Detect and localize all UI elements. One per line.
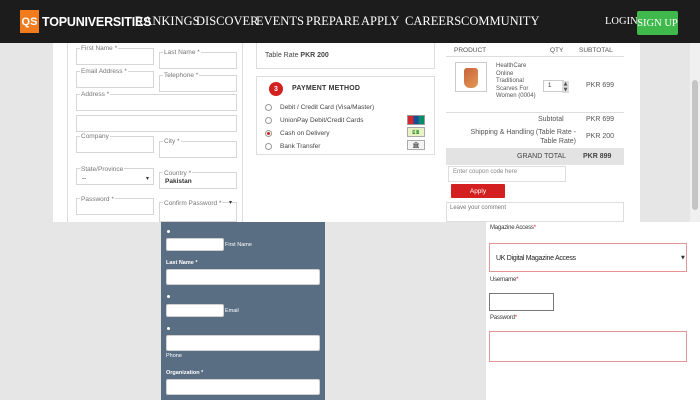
logo-badge: QS	[20, 10, 39, 33]
confirm-password-label: Confirm Password *	[163, 200, 223, 207]
payment-option-label: Bank Transfer	[280, 142, 321, 150]
first-name-label: First Name *	[80, 45, 119, 52]
scrollbar-thumb[interactable]	[692, 80, 698, 210]
country-value: Pakistan	[165, 178, 192, 185]
shipping-method-box: Table Rate PKR 200	[256, 43, 435, 69]
organization-input[interactable]	[166, 379, 320, 395]
nav-item-events[interactable]: EVENTS	[256, 14, 304, 29]
radio-button[interactable]	[265, 103, 272, 111]
email-label: Email Address *	[80, 68, 128, 75]
address-field-2[interactable]	[76, 115, 237, 132]
order-summary: PRODUCT QTY SUBTOTAL HealthCare Online T…	[446, 43, 624, 165]
shipping-label: Shipping & Handling (Table Rate - Table …	[470, 129, 576, 145]
company-label: Company	[80, 133, 110, 140]
col-subtotal-header: SUBTOTAL	[579, 47, 613, 54]
chevron-down-icon: ▼	[681, 255, 685, 261]
divider	[446, 56, 624, 57]
payment-option-label: UnionPay Debit/Credit Cards	[280, 116, 364, 124]
chevron-down-icon: ▾	[146, 175, 150, 182]
unionpay-icon	[407, 115, 425, 125]
table-rate-value: PKR 200	[300, 52, 329, 59]
bullet-dot	[167, 230, 170, 233]
first-name-label: First Name	[225, 242, 252, 248]
chevron-down-icon: ▾	[229, 199, 233, 206]
background-middle	[325, 222, 486, 400]
subtotal-label: Subtotal	[538, 116, 564, 123]
payment-option-label: Cash on Delivery	[280, 129, 330, 137]
page-gutter-left	[0, 43, 53, 222]
bullet-dot	[167, 327, 170, 330]
magazine-access-select[interactable]: UK Digital Magazine Access	[489, 243, 687, 272]
address-label: Address *	[80, 91, 111, 98]
payment-option-unionpay[interactable]: UnionPay Debit/Credit Cards	[265, 115, 363, 125]
last-name-label: Last Name *	[163, 49, 201, 56]
radio-button[interactable]	[265, 142, 272, 150]
email-label: Email	[225, 308, 239, 314]
magazine-access-label: Magazine Access*	[490, 225, 536, 231]
col-qty-header: QTY	[550, 47, 564, 54]
telephone-label: Telephone *	[163, 72, 200, 79]
site-logo[interactable]: QS TOPUNIVERSITIES	[20, 10, 151, 33]
password-input[interactable]	[489, 331, 687, 362]
password-label: Password*	[490, 315, 517, 321]
login-link[interactable]: LOGIN	[605, 16, 638, 27]
nav-item-rankings[interactable]: RANKINGS	[135, 14, 200, 29]
state-value: --	[82, 175, 87, 182]
subtotal-value: PKR 699	[586, 116, 615, 123]
payment-option-bank[interactable]: Bank Transfer	[265, 141, 320, 151]
email-input[interactable]	[166, 304, 224, 317]
username-input[interactable]	[489, 293, 554, 311]
bank-icon: 🏛	[407, 140, 425, 150]
username-label: Username*	[490, 277, 519, 283]
phone-input[interactable]	[166, 335, 320, 351]
signup-button[interactable]: SIGN UP	[637, 11, 678, 35]
last-name-label: Last Name *	[166, 260, 198, 266]
payment-option-cod[interactable]: Cash on Delivery	[265, 128, 330, 138]
divider	[446, 112, 624, 113]
grand-total-row: GRAND TOTAL PKR 899	[446, 148, 624, 165]
grand-total-label: GRAND TOTAL	[517, 153, 567, 160]
nav-item-discover[interactable]: DISCOVER	[196, 14, 259, 29]
shipping-value: PKR 200	[586, 133, 615, 140]
product-thumbnail[interactable]	[455, 62, 487, 92]
nav-item-prepare[interactable]: PREPARE	[306, 14, 360, 29]
payment-method-title: PAYMENT METHOD	[292, 85, 361, 92]
phone-label: Phone	[166, 353, 182, 359]
password-label: Password *	[80, 196, 115, 203]
bullet-dot	[167, 295, 170, 298]
nav-item-careers[interactable]: CAREERS	[405, 14, 461, 29]
product-name[interactable]: HealthCare Online Traditional Scarves Fo…	[496, 63, 538, 101]
top-nav-bar: QS TOPUNIVERSITIES RANKINGS DISCOVER EVE…	[0, 0, 700, 43]
payment-method-box: 3 PAYMENT METHOD Debit / Credit Card (Vi…	[256, 76, 435, 155]
organization-label: Organization *	[166, 370, 204, 376]
radio-button-selected[interactable]	[265, 129, 272, 137]
comment-textarea[interactable]: Leave your comment	[446, 202, 624, 222]
nav-item-apply[interactable]: APPLY	[361, 14, 399, 29]
product-price: PKR 699	[586, 82, 615, 89]
coupon-input[interactable]: Enter coupon code here	[448, 166, 566, 182]
grand-total-value: PKR 899	[583, 153, 612, 160]
state-label: State/Province	[80, 166, 125, 173]
nav-item-community[interactable]: COMMUNITY	[461, 14, 539, 29]
last-name-input[interactable]	[166, 269, 320, 285]
quantity-input[interactable]: 1	[543, 80, 564, 92]
cash-icon: 💵	[407, 127, 425, 137]
step-number-badge: 3	[269, 82, 283, 96]
payment-option-card[interactable]: Debit / Credit Card (Visa/Master)	[265, 102, 374, 112]
payment-option-label: Debit / Credit Card (Visa/Master)	[280, 103, 375, 111]
table-rate-label: Table Rate	[265, 52, 299, 59]
city-label: City *	[163, 138, 181, 145]
country-label: Country *	[163, 170, 193, 177]
background-left	[0, 222, 161, 400]
qty-decrement-button[interactable]: ▼	[562, 87, 569, 93]
radio-button[interactable]	[265, 116, 272, 124]
first-name-input[interactable]	[166, 238, 224, 251]
col-product-header: PRODUCT	[454, 47, 487, 54]
apply-coupon-button[interactable]: Apply	[451, 184, 505, 198]
